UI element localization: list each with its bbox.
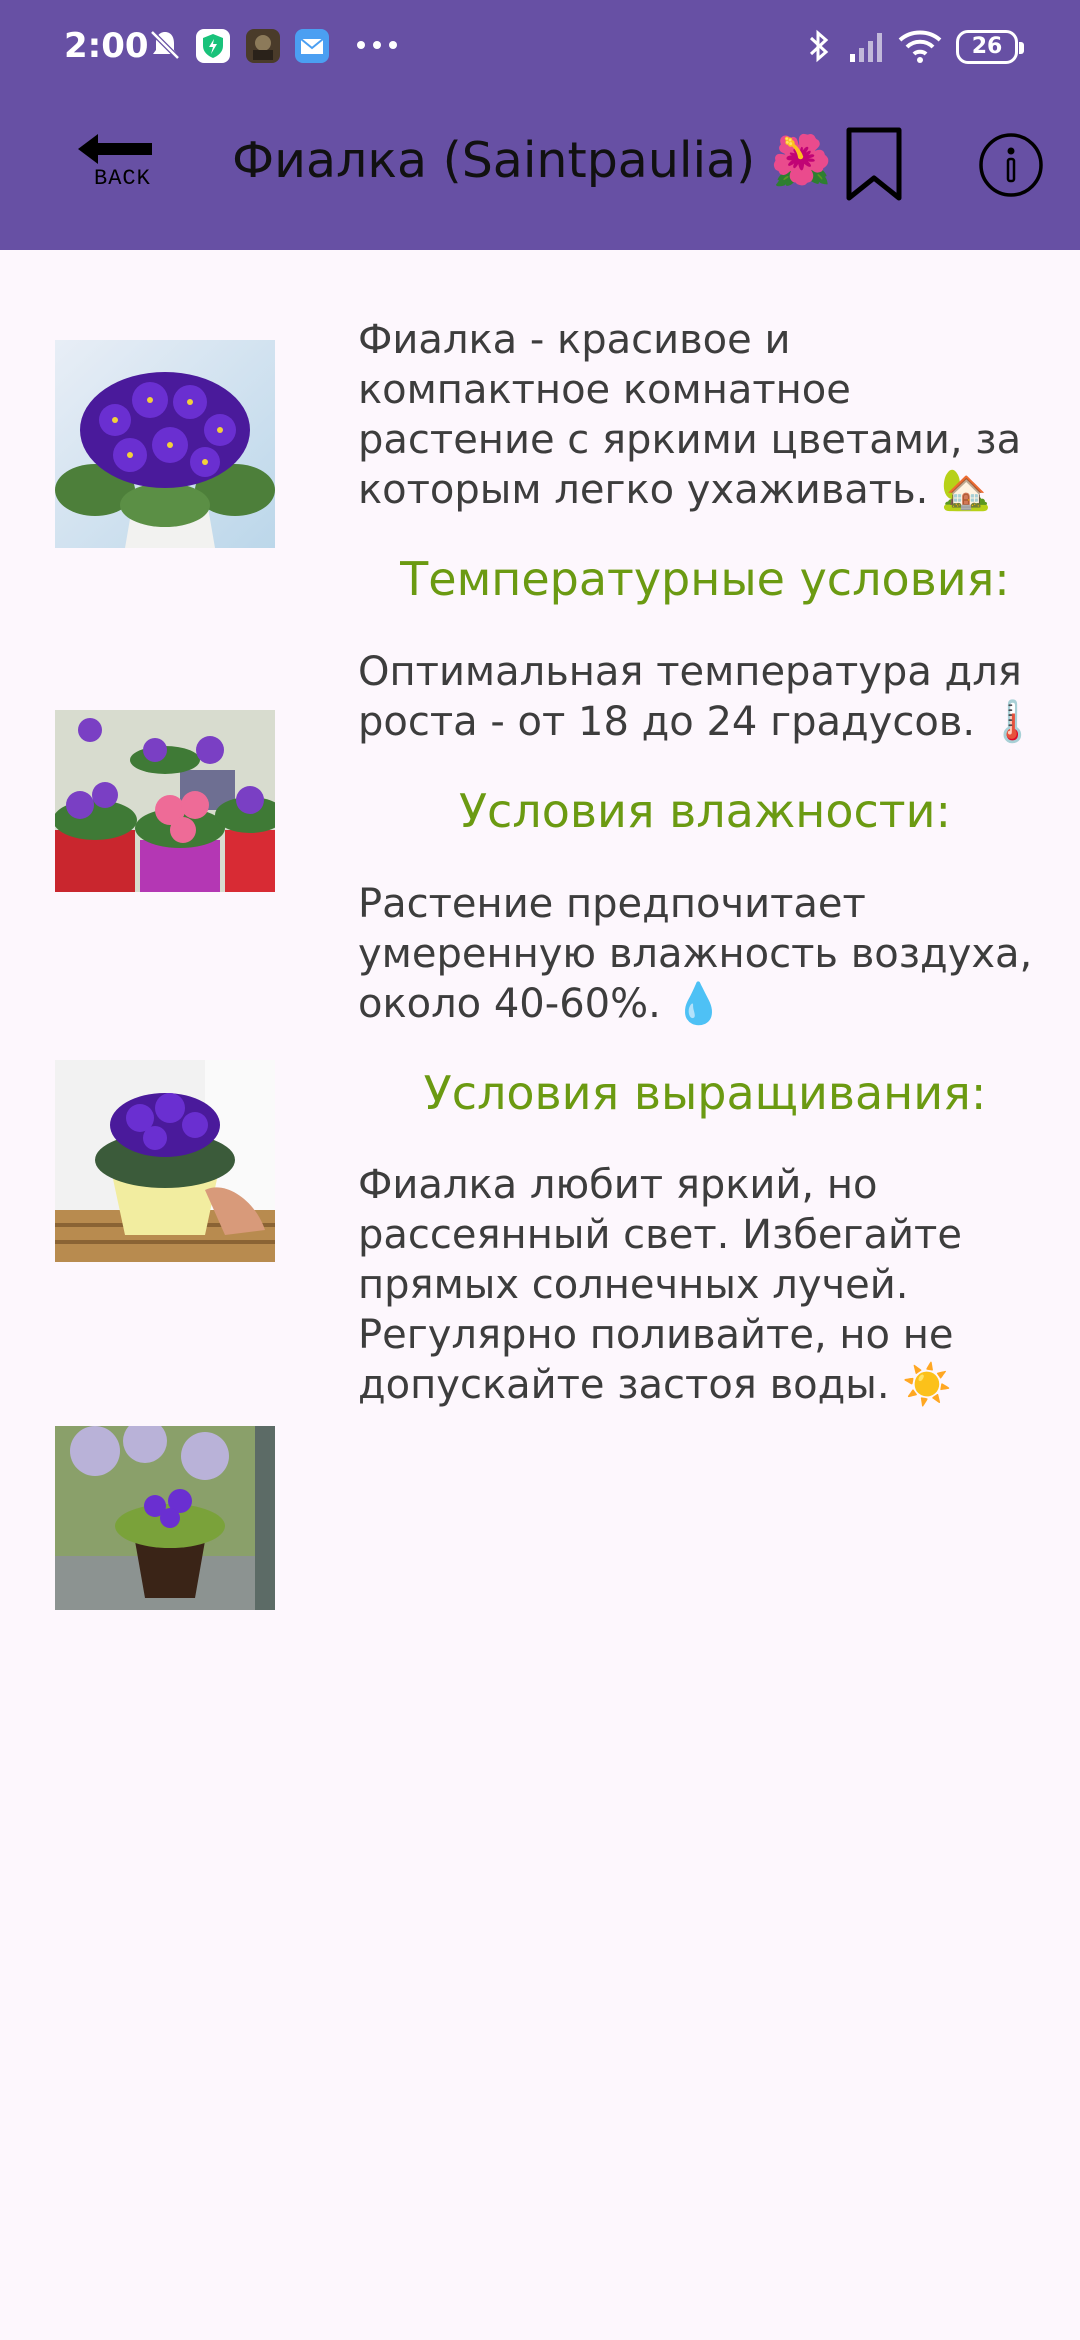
humidity-section-title: Условия влажности: [458, 784, 951, 838]
temperature-section-title: Температурные условия: [400, 552, 1010, 606]
violet-image-1 [55, 340, 275, 548]
humidity-section-text: Растение предпочитает умеренную влажност… [358, 881, 1033, 1027]
temperature-section-text: Оптимальная температура для роста - от 1… [358, 649, 1038, 745]
bluetooth-icon [809, 29, 829, 63]
page-title: Фиалка (Saintpaulia) 🌺 [232, 132, 832, 189]
violet-image-4 [55, 1426, 275, 1610]
mute-icon [150, 30, 180, 60]
intro-text: Фиалка - красивое и компактное комнатное… [358, 317, 1022, 513]
shield-app-icon [196, 29, 230, 63]
status-bar: 2:00 26 [0, 0, 1080, 96]
back-label: BACK [94, 166, 151, 191]
bookmark-icon[interactable] [844, 126, 904, 202]
app-bar: 2:00 26 BACK Фиалка (Saintpaulia) 🌺 [0, 0, 1080, 250]
growing-section-text: Фиалка любит яркий, но рассеянный свет. … [358, 1162, 962, 1408]
back-arrow-icon [78, 134, 152, 164]
battery-icon: 26 [956, 30, 1024, 64]
signal-icon [850, 33, 882, 62]
status-time: 2:00 [64, 26, 149, 66]
game-app-icon [246, 29, 280, 63]
back-button[interactable]: BACK [70, 132, 160, 196]
wifi-icon [898, 30, 942, 63]
mail-app-icon [295, 29, 329, 63]
battery-level: 26 [971, 34, 1003, 59]
growing-section-title: Условия выращивания: [423, 1066, 987, 1120]
more-dots-icon [357, 41, 397, 49]
info-icon[interactable] [978, 132, 1044, 198]
violet-image-3 [55, 1060, 275, 1262]
violet-image-2 [55, 710, 275, 892]
